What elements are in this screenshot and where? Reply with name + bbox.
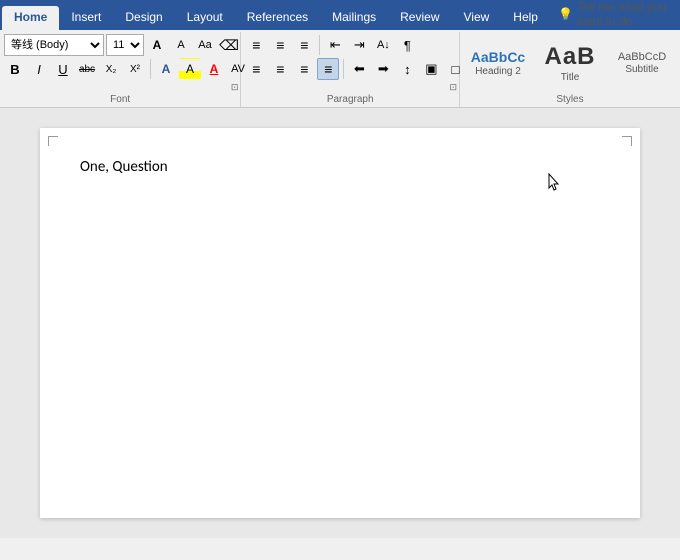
corner-tr	[622, 136, 632, 146]
divider3	[343, 59, 344, 79]
tab-help[interactable]: Help	[501, 6, 550, 30]
lightbulb-icon: 💡	[558, 7, 573, 21]
style-heading2-label: Heading 2	[475, 66, 521, 77]
tab-review[interactable]: Review	[388, 6, 451, 30]
text-highlight-button[interactable]: A	[179, 58, 201, 80]
sort-button[interactable]: A↓	[372, 34, 394, 56]
align-left-button[interactable]: ≡	[245, 58, 267, 80]
styles-group-label: Styles	[464, 92, 676, 105]
change-case-button[interactable]: Aa	[194, 34, 216, 56]
style-subtitle[interactable]: AaBbCcD Subtitle	[608, 34, 676, 92]
tab-mailings[interactable]: Mailings	[320, 6, 388, 30]
style-subtitle-label: Subtitle	[625, 64, 658, 75]
multilevel-button[interactable]: ≡	[293, 34, 315, 56]
font-shrink-button[interactable]: A	[170, 34, 192, 56]
clear-format-button[interactable]: ⌫	[218, 34, 240, 56]
font-format-row: B I U abc X₂ X² A A A AV	[4, 58, 249, 80]
font-size-select[interactable]: 11	[106, 34, 144, 56]
style-heading2[interactable]: AaBbCc Heading 2	[464, 34, 532, 92]
superscript-button[interactable]: X²	[124, 58, 146, 80]
paragraph-expand-icon[interactable]: ⊡	[449, 82, 457, 93]
style-subtitle-preview: AaBbCcD	[618, 51, 666, 64]
document-content[interactable]: One, Question	[80, 158, 600, 176]
subscript-button[interactable]: X₂	[100, 58, 122, 80]
style-title[interactable]: AaB Title	[536, 34, 604, 92]
tab-view[interactable]: View	[452, 6, 502, 30]
font-name-select[interactable]: 等线 (Body)	[4, 34, 104, 56]
align-right-button[interactable]: ≡	[293, 58, 315, 80]
document-area: One, Question	[0, 108, 680, 538]
underline-button[interactable]: U	[52, 58, 74, 80]
style-heading2-preview: AaBbCc	[471, 49, 525, 66]
decrease-indent-button[interactable]: ⇤	[324, 34, 346, 56]
italic-button[interactable]: I	[28, 58, 50, 80]
ribbon-tab-bar: Home Insert Design Layout References Mai…	[0, 0, 680, 30]
divider2	[319, 35, 320, 55]
strikethrough-button[interactable]: abc	[76, 58, 98, 80]
style-title-label: Title	[561, 72, 580, 83]
eraser-icon: ⌫	[219, 37, 239, 54]
tab-layout[interactable]: Layout	[175, 6, 235, 30]
paragraph-group: ≡ ≡ ≡ ⇤ ⇥ A↓ ¶ ≡ ≡ ≡ ≡ ⬅ ➡	[241, 32, 460, 107]
align-center-button[interactable]: ≡	[269, 58, 291, 80]
right-indent-button[interactable]: ➡	[372, 58, 394, 80]
font-color-button[interactable]: A	[203, 58, 225, 80]
font-group-label: Font	[4, 92, 236, 105]
font-grow-button[interactable]: A	[146, 34, 168, 56]
increase-indent-button[interactable]: ⇥	[348, 34, 370, 56]
tab-references[interactable]: References	[235, 6, 320, 30]
styles-group: AaBbCc Heading 2 AaB Title AaBbCcD Subti…	[460, 32, 680, 107]
bullets-button[interactable]: ≡	[245, 34, 267, 56]
style-title-preview: AaB	[544, 43, 595, 72]
divider	[150, 59, 151, 79]
tab-design[interactable]: Design	[113, 6, 174, 30]
left-indent-button[interactable]: ⬅	[348, 58, 370, 80]
para-row1: ≡ ≡ ≡ ⇤ ⇥ A↓ ¶	[245, 34, 418, 56]
bold-button[interactable]: B	[4, 58, 26, 80]
font-group: 等线 (Body) 11 A A Aa ⌫ B I U	[0, 32, 241, 107]
tell-me-label: Tell me what you want to do	[577, 0, 672, 28]
text-effects-button[interactable]: A	[155, 58, 177, 80]
tell-me-box[interactable]: 💡 Tell me what you want to do	[550, 0, 680, 30]
document-page[interactable]: One, Question	[40, 128, 640, 518]
para-row2: ≡ ≡ ≡ ≡ ⬅ ➡ ↕ ▣ □	[245, 58, 466, 80]
font-expand-icon[interactable]: ⊡	[231, 82, 239, 93]
justify-button[interactable]: ≡	[317, 58, 339, 80]
shading-button[interactable]: ▣	[420, 58, 442, 80]
tab-insert[interactable]: Insert	[59, 6, 113, 30]
font-name-row: 等线 (Body) 11 A A Aa ⌫	[4, 34, 240, 56]
corner-tl	[48, 136, 58, 146]
show-marks-button[interactable]: ¶	[396, 34, 418, 56]
paragraph-group-label: Paragraph	[245, 92, 455, 105]
ribbon-groups: 等线 (Body) 11 A A Aa ⌫ B I U	[0, 32, 680, 107]
numbering-button[interactable]: ≡	[269, 34, 291, 56]
ribbon: 等线 (Body) 11 A A Aa ⌫ B I U	[0, 30, 680, 108]
line-spacing-button[interactable]: ↕	[396, 58, 418, 80]
document-paragraph: One, Question	[80, 158, 600, 176]
tab-home[interactable]: Home	[2, 6, 59, 30]
